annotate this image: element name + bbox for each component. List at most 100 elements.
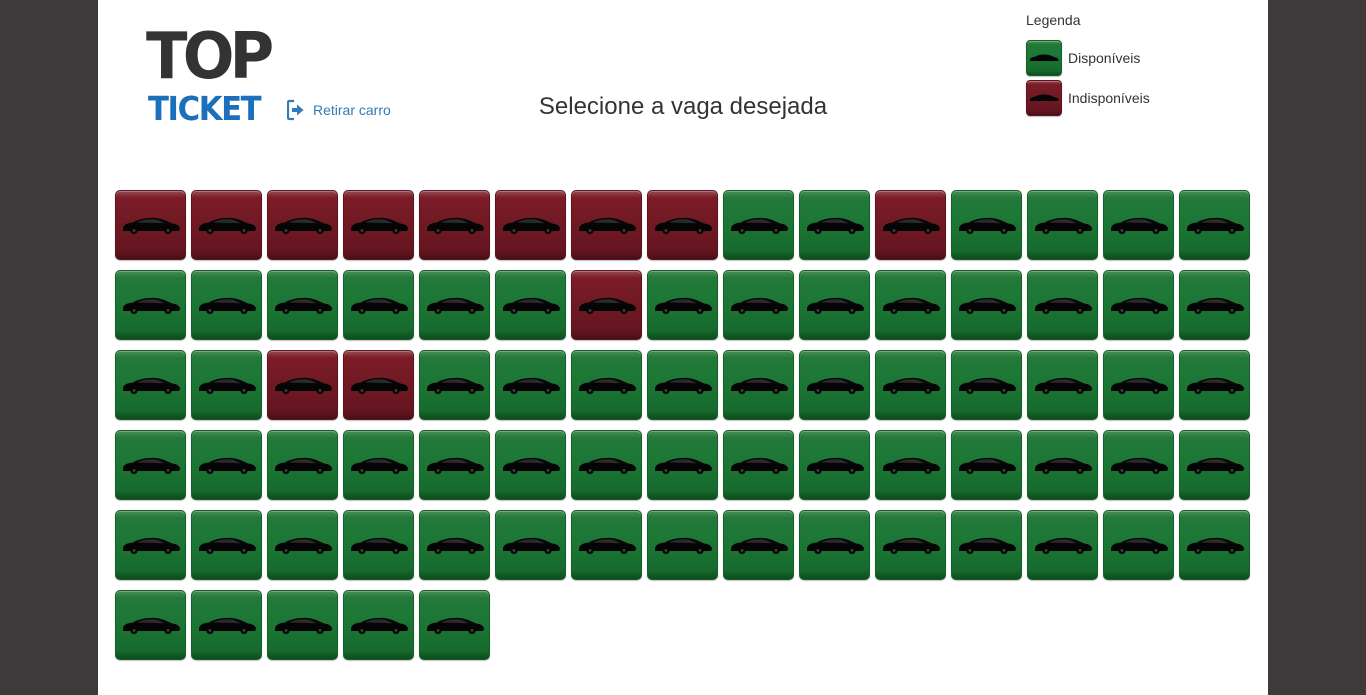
parking-spot-61-available[interactable] (115, 510, 186, 580)
parking-spot-80-available[interactable] (419, 590, 490, 660)
parking-spot-14-available[interactable] (1103, 190, 1174, 260)
parking-spot-33-unavailable[interactable] (267, 350, 338, 420)
parking-spot-53-available[interactable] (647, 430, 718, 500)
parking-spot-60-available[interactable] (1179, 430, 1250, 500)
car-icon (198, 297, 256, 315)
parking-spot-20-available[interactable] (419, 270, 490, 340)
parking-spot-18-available[interactable] (267, 270, 338, 340)
parking-spot-43-available[interactable] (1027, 350, 1098, 420)
parking-spot-10-available[interactable] (799, 190, 870, 260)
parking-spot-79-available[interactable] (343, 590, 414, 660)
parking-spot-13-available[interactable] (1027, 190, 1098, 260)
parking-spot-5-unavailable[interactable] (419, 190, 490, 260)
parking-spot-39-available[interactable] (723, 350, 794, 420)
parking-spot-76-available[interactable] (115, 590, 186, 660)
parking-spot-44-available[interactable] (1103, 350, 1174, 420)
parking-spot-77-available[interactable] (191, 590, 262, 660)
parking-spot-1-unavailable[interactable] (115, 190, 186, 260)
parking-spot-72-available[interactable] (951, 510, 1022, 580)
car-icon (198, 537, 256, 555)
parking-spot-66-available[interactable] (495, 510, 566, 580)
car-icon (502, 217, 560, 235)
car-icon (654, 297, 712, 315)
car-icon (1186, 457, 1244, 475)
car-icon (350, 217, 408, 235)
parking-spot-15-available[interactable] (1179, 190, 1250, 260)
parking-spot-70-available[interactable] (799, 510, 870, 580)
parking-spot-45-available[interactable] (1179, 350, 1250, 420)
parking-spot-41-available[interactable] (875, 350, 946, 420)
parking-spot-19-available[interactable] (343, 270, 414, 340)
parking-spot-64-available[interactable] (343, 510, 414, 580)
parking-spot-52-available[interactable] (571, 430, 642, 500)
parking-spot-28-available[interactable] (1027, 270, 1098, 340)
parking-spot-47-available[interactable] (191, 430, 262, 500)
car-icon (122, 537, 180, 555)
parking-spot-7-unavailable[interactable] (571, 190, 642, 260)
parking-spot-51-available[interactable] (495, 430, 566, 500)
parking-spot-29-available[interactable] (1103, 270, 1174, 340)
parking-spot-67-available[interactable] (571, 510, 642, 580)
parking-spot-69-available[interactable] (723, 510, 794, 580)
car-icon (426, 537, 484, 555)
parking-spot-56-available[interactable] (875, 430, 946, 500)
parking-spot-73-available[interactable] (1027, 510, 1098, 580)
car-icon (350, 377, 408, 395)
parking-spot-8-unavailable[interactable] (647, 190, 718, 260)
car-icon (198, 377, 256, 395)
parking-spot-11-unavailable[interactable] (875, 190, 946, 260)
parking-spot-71-available[interactable] (875, 510, 946, 580)
parking-spot-30-available[interactable] (1179, 270, 1250, 340)
legend-swatch-unavailable (1026, 80, 1062, 116)
parking-spot-38-available[interactable] (647, 350, 718, 420)
parking-spot-26-available[interactable] (875, 270, 946, 340)
parking-spot-9-available[interactable] (723, 190, 794, 260)
parking-spot-58-available[interactable] (1027, 430, 1098, 500)
parking-spot-12-available[interactable] (951, 190, 1022, 260)
parking-spot-65-available[interactable] (419, 510, 490, 580)
car-icon (122, 297, 180, 315)
parking-spot-46-available[interactable] (115, 430, 186, 500)
car-icon (730, 297, 788, 315)
parking-spot-48-available[interactable] (267, 430, 338, 500)
parking-spot-59-available[interactable] (1103, 430, 1174, 500)
parking-spot-37-available[interactable] (571, 350, 642, 420)
parking-spot-32-available[interactable] (191, 350, 262, 420)
car-icon (882, 537, 940, 555)
car-icon (198, 457, 256, 475)
parking-spot-35-available[interactable] (419, 350, 490, 420)
parking-spot-36-available[interactable] (495, 350, 566, 420)
parking-spot-54-available[interactable] (723, 430, 794, 500)
parking-spot-49-available[interactable] (343, 430, 414, 500)
car-icon (806, 537, 864, 555)
parking-spot-75-available[interactable] (1179, 510, 1250, 580)
parking-spot-55-available[interactable] (799, 430, 870, 500)
parking-spot-31-available[interactable] (115, 350, 186, 420)
parking-spot-57-available[interactable] (951, 430, 1022, 500)
parking-spot-78-available[interactable] (267, 590, 338, 660)
parking-spot-63-available[interactable] (267, 510, 338, 580)
parking-spot-17-available[interactable] (191, 270, 262, 340)
parking-spot-2-unavailable[interactable] (191, 190, 262, 260)
parking-spot-50-available[interactable] (419, 430, 490, 500)
parking-spot-22-unavailable[interactable] (571, 270, 642, 340)
car-icon (274, 297, 332, 315)
parking-spot-74-available[interactable] (1103, 510, 1174, 580)
parking-spot-25-available[interactable] (799, 270, 870, 340)
legend-label-available: Disponíveis (1068, 50, 1141, 66)
parking-spot-68-available[interactable] (647, 510, 718, 580)
parking-spot-40-available[interactable] (799, 350, 870, 420)
parking-spot-16-available[interactable] (115, 270, 186, 340)
parking-grid (115, 190, 1255, 660)
parking-spot-62-available[interactable] (191, 510, 262, 580)
parking-spot-42-available[interactable] (951, 350, 1022, 420)
parking-spot-24-available[interactable] (723, 270, 794, 340)
parking-spot-27-available[interactable] (951, 270, 1022, 340)
parking-spot-21-available[interactable] (495, 270, 566, 340)
car-icon (1034, 217, 1092, 235)
parking-spot-3-unavailable[interactable] (267, 190, 338, 260)
parking-spot-4-unavailable[interactable] (343, 190, 414, 260)
parking-spot-6-unavailable[interactable] (495, 190, 566, 260)
parking-spot-34-unavailable[interactable] (343, 350, 414, 420)
parking-spot-23-available[interactable] (647, 270, 718, 340)
